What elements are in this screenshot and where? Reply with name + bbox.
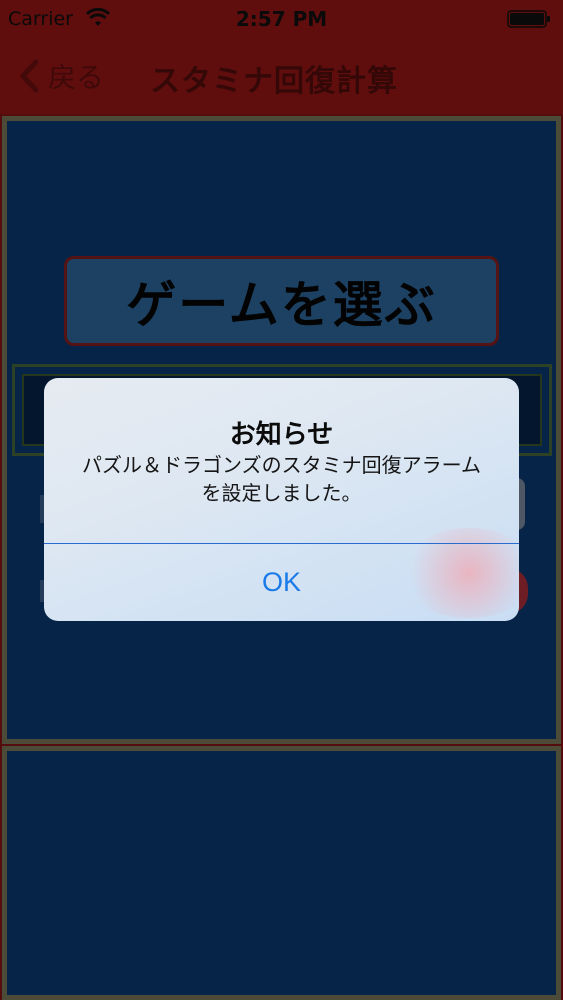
alert-dialog: お知らせ パズル＆ドラゴンズのスタミナ回復アラームを設定しました。 OK — [44, 378, 519, 621]
ok-label: OK — [261, 567, 301, 597]
ok-button[interactable]: OK — [44, 544, 519, 621]
alert-title: お知らせ — [229, 420, 334, 450]
alert-message: パズル＆ドラゴンズのスタミナ回復アラームを設定しました。 — [82, 453, 481, 505]
